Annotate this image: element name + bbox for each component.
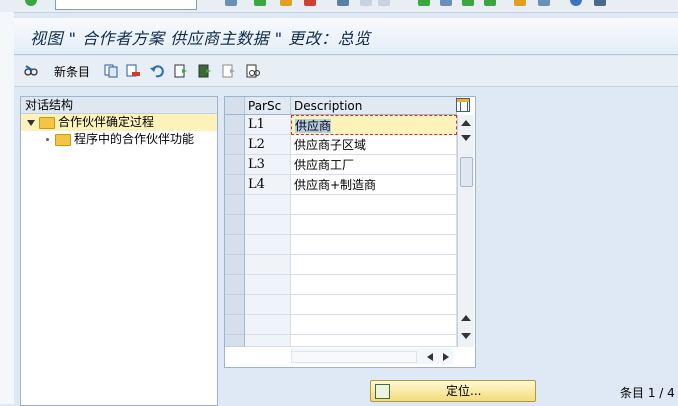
table-row-key[interactable]: L1 [245, 115, 291, 135]
description-text: 供应商 [295, 119, 332, 133]
print-icon[interactable] [337, 0, 349, 6]
row-selector[interactable] [225, 135, 245, 155]
empty-cell[interactable] [291, 335, 457, 347]
select-block-icon[interactable] [198, 64, 212, 78]
tree-item-label: 合作伙伴确定过程 [58, 115, 155, 129]
scroll-right-icon[interactable] [443, 353, 449, 361]
entry-status: 条目 1 / 4 [620, 386, 675, 400]
page-title: 视图 " 合作者方案 供应商主数据 " 更改：总览 [30, 29, 371, 48]
empty-cell[interactable] [245, 275, 291, 295]
horizontal-scroll-thumb[interactable] [291, 351, 417, 363]
scroll-up-icon[interactable] [461, 120, 471, 126]
row-selector[interactable] [225, 255, 245, 275]
empty-cell[interactable] [291, 315, 457, 335]
row-selector[interactable] [225, 155, 245, 175]
find-icon[interactable] [360, 0, 372, 6]
enter-icon[interactable] [25, 0, 37, 6]
system-toolbar [0, 0, 678, 13]
application-toolbar: 新条目 [14, 56, 678, 87]
row-selector[interactable] [225, 195, 245, 215]
print-preview-icon[interactable] [246, 64, 260, 78]
table-row-description-input[interactable]: 供应商子区域 [291, 135, 457, 155]
partner-schema-table: ParSc Description L1 供应商 L2 供应商子区域 L3 供应… [224, 96, 476, 368]
first-page-icon[interactable] [418, 0, 430, 6]
table-settings-icon[interactable] [456, 98, 470, 112]
folder-open-icon [39, 116, 55, 129]
save-icon[interactable] [225, 0, 237, 6]
row-selector[interactable] [225, 275, 245, 295]
empty-cell[interactable] [245, 315, 291, 335]
empty-cell[interactable] [291, 215, 457, 235]
help-icon[interactable] [570, 0, 582, 6]
empty-cell[interactable] [245, 335, 291, 347]
scroll-thumb[interactable] [460, 157, 473, 187]
row-selector[interactable] [225, 175, 245, 195]
find-next-icon[interactable] [378, 0, 390, 6]
empty-cell[interactable] [245, 195, 291, 215]
table-row-key[interactable]: L3 [245, 155, 291, 175]
empty-cell[interactable] [245, 215, 291, 235]
exit-icon[interactable] [280, 0, 292, 6]
row-selector[interactable] [225, 235, 245, 255]
command-field[interactable] [55, 0, 197, 10]
copy-as-icon[interactable] [104, 64, 118, 78]
dialog-structure-header: 对话结构 [21, 97, 217, 114]
bullet-icon [46, 138, 49, 141]
tree-item-label: 程序中的合作伙伴功能 [74, 132, 195, 146]
empty-cell[interactable] [291, 195, 457, 215]
empty-cell[interactable] [291, 255, 457, 275]
page-up-icon[interactable] [461, 315, 471, 321]
empty-cell[interactable] [245, 235, 291, 255]
row-selector[interactable] [225, 315, 245, 335]
locate-icon [375, 384, 390, 399]
glasses-change-display-icon[interactable] [24, 64, 38, 78]
scroll-left-icon[interactable] [427, 353, 433, 361]
folder-icon [55, 133, 71, 146]
previous-page-icon[interactable] [440, 0, 452, 6]
table-row-description-input[interactable]: 供应商 [291, 115, 457, 135]
new-entries-button[interactable]: 新条目 [54, 63, 90, 80]
layout-menu-icon[interactable] [594, 0, 606, 6]
row-selector[interactable] [225, 335, 245, 347]
empty-cell[interactable] [291, 235, 457, 255]
column-header-parsc[interactable]: ParSc [245, 97, 291, 115]
select-all-icon[interactable] [174, 64, 188, 78]
title-bar: 视图 " 合作者方案 供应商主数据 " 更改：总览 [14, 18, 678, 55]
table-row-description-input[interactable]: 供应商+制造商 [291, 175, 457, 195]
cancel-icon[interactable] [304, 0, 316, 6]
empty-cell[interactable] [291, 275, 457, 295]
table-row-key[interactable]: L2 [245, 135, 291, 155]
empty-cell[interactable] [245, 255, 291, 275]
expand-triangle-icon[interactable] [27, 119, 35, 126]
table-row-description-input[interactable]: 供应商工厂 [291, 155, 457, 175]
tree-item-partner-functions-in-procedure[interactable]: 程序中的合作伙伴功能 [21, 131, 217, 148]
scroll-down-icon[interactable] [461, 333, 471, 339]
empty-cell[interactable] [245, 295, 291, 315]
undo-change-icon[interactable] [150, 64, 164, 78]
next-page-icon[interactable] [462, 0, 474, 6]
dialog-structure-panel: 对话结构 合作伙伴确定过程 程序中的合作伙伴功能 [20, 96, 218, 406]
column-header-description[interactable]: Description [291, 97, 457, 115]
horizontal-scrollbar[interactable] [291, 348, 453, 364]
locate-button[interactable]: 定位... [370, 380, 536, 402]
tree-item-partner-determination-procedure[interactable]: 合作伙伴确定过程 [21, 114, 217, 131]
delete-icon[interactable] [126, 64, 140, 78]
row-selector-header[interactable] [225, 97, 245, 115]
row-selector[interactable] [225, 115, 245, 135]
vertical-scrollbar[interactable] [457, 115, 474, 347]
create-session-icon[interactable] [514, 0, 526, 6]
row-selector[interactable] [225, 215, 245, 235]
deselect-all-icon[interactable] [222, 64, 236, 78]
shortcut-icon[interactable] [538, 0, 550, 6]
empty-cell[interactable] [291, 295, 457, 315]
table-row-key[interactable]: L4 [245, 175, 291, 195]
back-icon[interactable] [254, 0, 266, 6]
last-page-icon[interactable] [484, 0, 496, 6]
row-selector[interactable] [225, 295, 245, 315]
page-down-icon[interactable] [461, 135, 471, 141]
locate-button-label: 定位... [446, 384, 482, 398]
window-left-margin [0, 12, 14, 404]
